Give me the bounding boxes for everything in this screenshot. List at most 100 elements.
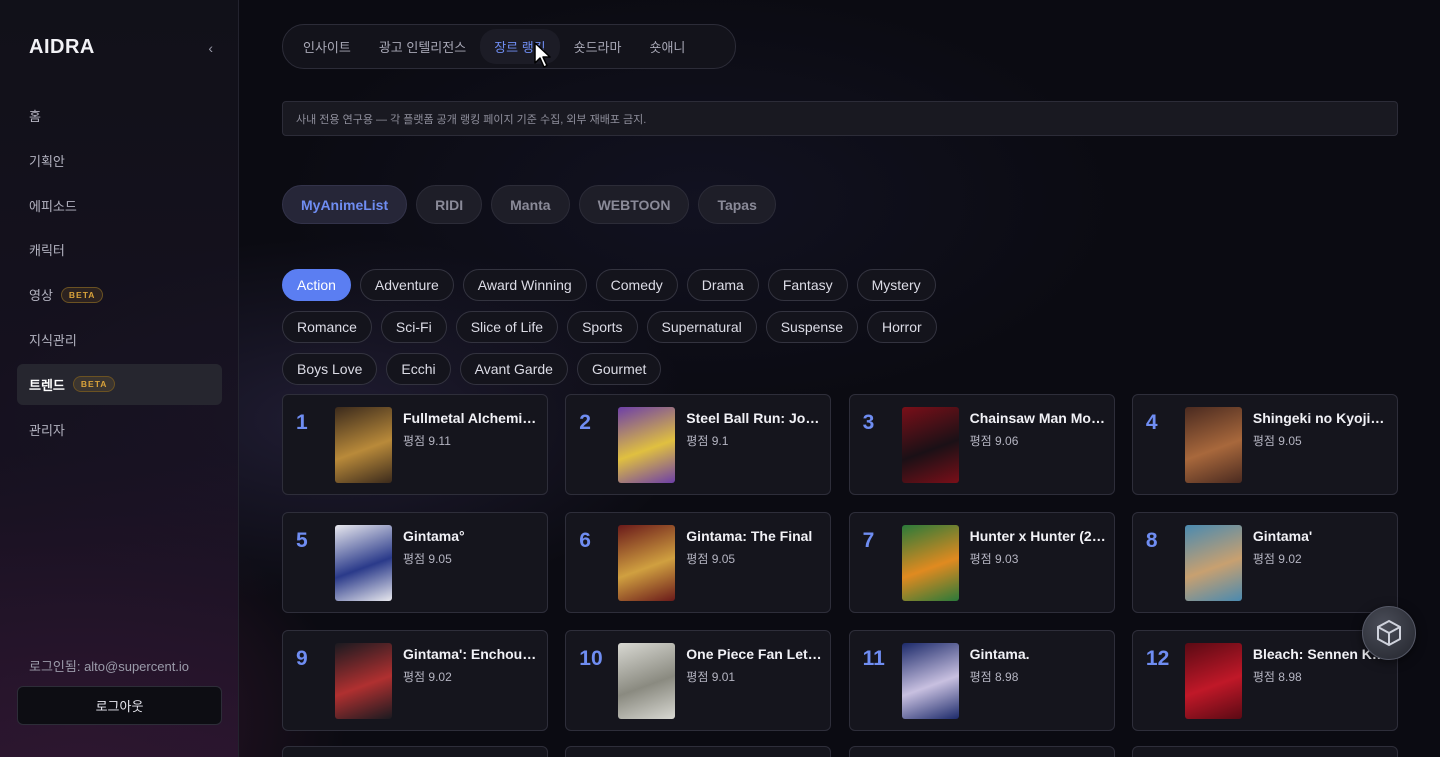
- genre-chip[interactable]: Suspense: [765, 311, 858, 343]
- sidebar-item[interactable]: 캐릭터: [17, 229, 222, 270]
- genre-chip[interactable]: Slice of Life: [455, 311, 559, 343]
- cover-thumbnail: [901, 407, 959, 483]
- beta-badge: BETA: [60, 286, 104, 303]
- sidebar-item-label: 관리자: [29, 422, 65, 438]
- sidebar-item[interactable]: 트렌드 BETA: [17, 363, 222, 405]
- genre-chip[interactable]: Gourmet: [576, 353, 662, 385]
- tab-item[interactable]: 숏애니: [635, 29, 699, 64]
- anime-score: 평점 9.02: [403, 670, 452, 684]
- platform-chip[interactable]: RIDI: [416, 185, 483, 224]
- beta-badge: BETA: [72, 376, 116, 393]
- genre-chip[interactable]: Sci-Fi: [380, 311, 447, 343]
- ranking-card[interactable]: 7 Hunter x Hunter (2011) 평점 9.03: [848, 512, 1115, 613]
- ranking-card[interactable]: [848, 746, 1115, 757]
- genre-chip[interactable]: Action: [282, 269, 351, 301]
- genre-chip[interactable]: Adventure: [359, 269, 454, 301]
- genre-chip[interactable]: Boys Love: [282, 353, 378, 385]
- ranking-card[interactable]: 2 Steel Ball Run: JoJo no Kimyou na Bouke…: [565, 394, 832, 495]
- ranking-card[interactable]: 1 Fullmetal Alchemist: Brotherhood 평점 9.11: [282, 394, 548, 495]
- genre-chip[interactable]: Fantasy: [767, 269, 848, 301]
- collapse-sidebar-icon[interactable]: ‹: [208, 40, 213, 56]
- assistant-cube-icon: [1377, 619, 1401, 647]
- sidebar-item-label: 기획안: [29, 153, 65, 169]
- genre-chip[interactable]: Avant Garde: [459, 353, 568, 385]
- sidebar-item[interactable]: 홈: [17, 95, 222, 136]
- ranking-card[interactable]: 11 Gintama. 평점 8.98: [848, 630, 1115, 731]
- rank-number: 4: [1145, 411, 1158, 434]
- sidebar-header: AIDRA ‹: [29, 36, 213, 59]
- platform-chip[interactable]: Manta: [491, 185, 570, 224]
- ranking-card[interactable]: 8 Gintama' 평점 9.02: [1131, 512, 1398, 613]
- genre-chip[interactable]: Romance: [282, 311, 372, 343]
- ranking-card[interactable]: 6 Gintama: The Final 평점 9.05: [565, 512, 832, 613]
- anime-title: One Piece Fan Letter: [686, 646, 825, 662]
- rank-number: 8: [1145, 529, 1158, 552]
- anime-title: Gintama': [1252, 528, 1313, 544]
- rank-number: 10: [579, 647, 603, 670]
- sidebar-item[interactable]: 영상 BETA: [17, 274, 222, 315]
- sidebar-item-label: 에피소드: [29, 198, 77, 214]
- cover-thumbnail: [1184, 407, 1242, 483]
- sidebar-item[interactable]: 기획안: [17, 140, 222, 181]
- rank-number: 2: [579, 411, 591, 434]
- ranking-card[interactable]: 12Bleach: Sennen Kessen-hen평점 8.98: [1131, 630, 1398, 731]
- rank-number: 5: [296, 529, 308, 552]
- anime-score: 평점 8.98: [1252, 670, 1302, 684]
- ranking-card[interactable]: [1131, 746, 1398, 757]
- ranking-card[interactable]: 10 One Piece Fan Letter 평점 9.01: [565, 630, 832, 731]
- ranking-card[interactable]: [565, 746, 832, 757]
- platform-chip[interactable]: WEBTOON: [578, 185, 690, 224]
- logout-button[interactable]: 로그아웃: [17, 686, 222, 725]
- ranking-card[interactable]: 3 Chainsaw Man Movie: Reze-hen 평점 9.06: [848, 394, 1115, 495]
- genre-chip[interactable]: Award Winning: [462, 269, 587, 301]
- cover-thumbnail: [901, 643, 959, 719]
- ranking-card[interactable]: 9 Gintama': Enchousen 평점 9.02: [282, 630, 548, 731]
- tab-item[interactable]: 인사이트: [289, 29, 365, 64]
- anime-score: 평점 9.06: [969, 434, 1019, 448]
- sidebar-item-label: 지식관리: [29, 332, 77, 348]
- platform-filter: MyAnimeList RIDI Manta WEBTOON Tapas: [282, 185, 776, 224]
- anime-title: Gintama: The Final: [686, 528, 813, 544]
- genre-chip[interactable]: Mystery: [856, 269, 936, 301]
- sidebar-item[interactable]: 지식관리: [17, 319, 222, 360]
- rank-number: 6: [579, 529, 591, 552]
- genre-chip[interactable]: Drama: [686, 269, 759, 301]
- rank-number: 9: [296, 647, 308, 670]
- ranking-card[interactable]: 5 Gintama° 평점 9.05: [282, 512, 548, 613]
- genre-chip[interactable]: Supernatural: [646, 311, 757, 343]
- mouse-cursor-icon: [534, 42, 551, 68]
- login-info: 로그인됨: alto@supercent.io: [29, 659, 190, 674]
- cover-thumbnail: [618, 407, 676, 483]
- genre-chip[interactable]: Ecchi: [386, 353, 451, 385]
- cover-thumbnail: [335, 525, 392, 601]
- cover-thumbnail: [901, 525, 959, 601]
- anime-score: 평점 8.98: [969, 670, 1019, 684]
- platform-chip[interactable]: Tapas: [698, 185, 776, 224]
- sidebar-item[interactable]: 관리자: [17, 409, 222, 450]
- sidebar: AIDRA ‹ 홈 기획안 에피소드 캐릭터 영상 BETA 지식관리 트렌드 BETA 관리자 …: [0, 0, 239, 757]
- assistant-fab-button[interactable]: [1362, 606, 1416, 660]
- ranking-grid: 1Fullmetal Alchemist: Brotherhood평점 9.11…: [282, 394, 1398, 731]
- notice-banner: 사내 전용 연구용 — 각 플랫폼 공개 랭킹 페이지 기준 수집, 외부 재배…: [282, 101, 1398, 136]
- anime-score: 평점 9.1: [686, 434, 729, 448]
- cover-thumbnail: [335, 407, 392, 483]
- rank-number: 3: [862, 411, 875, 434]
- platform-chip[interactable]: MyAnimeList: [282, 185, 408, 224]
- ranking-card[interactable]: [282, 746, 548, 757]
- top-tabs: 인사이트 광고 인텔리전스 장르 랭킹 숏드라마 숏애니: [282, 24, 736, 69]
- rank-number: 11: [862, 647, 885, 670]
- anime-score: 평점 9.05: [686, 552, 736, 566]
- anime-title: Steel Ball Run: JoJo no Kimyou na Bouken: [686, 410, 824, 426]
- tab-item[interactable]: 숏드라마: [560, 29, 636, 64]
- anime-title: Hunter x Hunter (2011): [969, 528, 1108, 544]
- genre-chip[interactable]: Horror: [867, 311, 937, 343]
- genre-chip[interactable]: Sports: [567, 311, 638, 343]
- sidebar-item[interactable]: 에피소드: [17, 185, 222, 226]
- genre-chip[interactable]: Comedy: [595, 269, 678, 301]
- ranking-card[interactable]: 4 Shingeki no Kyojin Season 3 Part 2 평점 9.…: [1131, 394, 1398, 495]
- tab-item[interactable]: 광고 인텔리전스: [365, 29, 480, 64]
- genre-filter: Action Adventure Award Winning Comedy Drama F…: [282, 269, 1002, 385]
- sidebar-item-label: 캐릭터: [29, 243, 65, 259]
- anime-score: 평점 9.05: [1252, 434, 1302, 448]
- anime-score: 평점 9.11: [403, 434, 451, 448]
